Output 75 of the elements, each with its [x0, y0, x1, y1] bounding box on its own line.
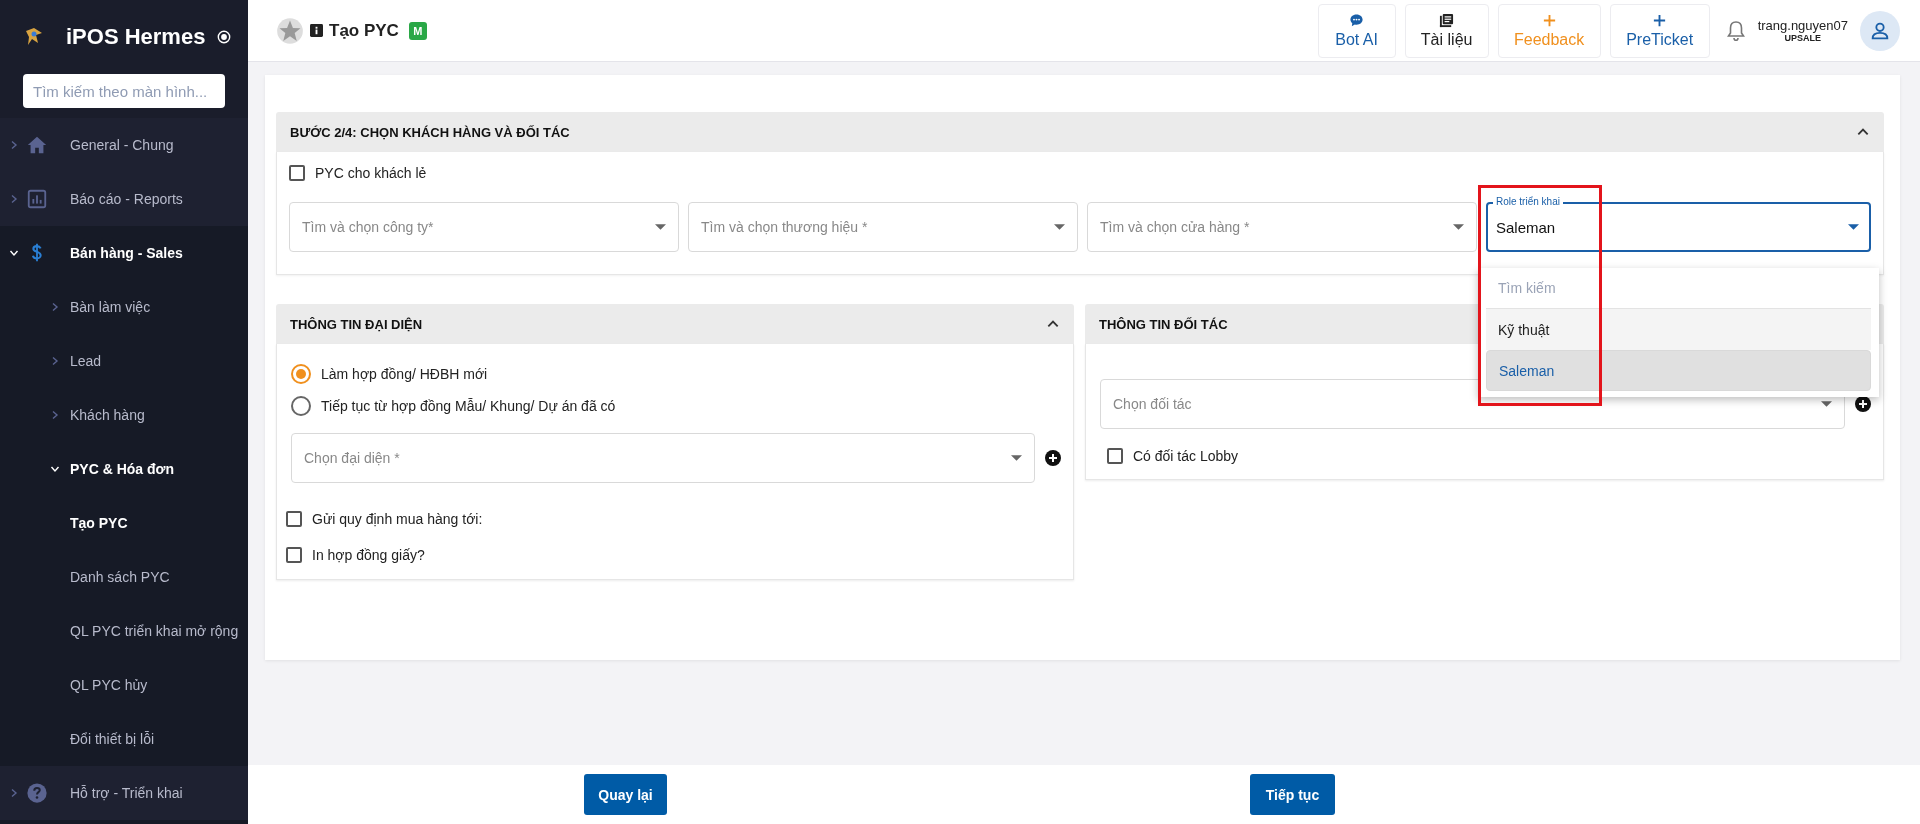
select-field[interactable]: Chọn đối tác — [1100, 379, 1845, 429]
sidebar-item[interactable]: QL PYC hủy — [0, 658, 248, 712]
add-icon[interactable] — [1045, 450, 1061, 466]
sidebar-item[interactable]: Báo cáo - Reports — [0, 172, 248, 226]
sidebar-item[interactable]: Danh sách PYC — [0, 550, 248, 604]
plus-icon — [1541, 12, 1557, 28]
user-name: trang.nguyen07 — [1757, 18, 1848, 33]
chevron-icon — [50, 356, 60, 366]
help-icon — [26, 782, 48, 804]
radio-label: Làm hợp đồng/ HĐBH mới — [321, 366, 488, 382]
mode-badge: M — [408, 21, 427, 40]
sidebar-item[interactable]: PYC & Hóa đơn — [0, 442, 248, 496]
footer-button[interactable]: Quay lại — [584, 774, 667, 815]
chevron-icon — [50, 410, 60, 420]
caret-icon — [1054, 223, 1065, 231]
add-icon[interactable] — [1855, 396, 1871, 412]
caret-icon — [1011, 454, 1022, 462]
footer-button[interactable]: Tiếp tục — [1250, 774, 1335, 815]
caret-icon — [1848, 223, 1859, 231]
checkbox-label: In hợp đồng giấy? — [312, 547, 425, 563]
chat-icon — [1349, 12, 1365, 28]
chevron-icon — [9, 140, 19, 150]
select-field[interactable]: Tìm và chọn thương hiệu * — [688, 202, 1078, 252]
sidebar-item[interactable]: General - Chung — [0, 118, 248, 172]
radio-label: Tiếp tục từ hợp đồng Mẫu/ Khung/ Dự án đã có — [321, 398, 616, 414]
checkbox[interactable] — [286, 547, 302, 563]
page-title: Tạo PYC — [329, 20, 399, 41]
sidebar-item[interactable]: Bàn làm việc — [0, 280, 248, 334]
chevron-icon — [9, 248, 19, 258]
caret-icon — [655, 223, 666, 231]
chevron-icon — [50, 302, 60, 312]
caret-icon — [1821, 400, 1832, 408]
checkbox[interactable] — [1107, 448, 1123, 464]
search-input[interactable]: Tìm kiếm — [1498, 277, 1859, 299]
app-title: iPOS Hermes — [66, 24, 206, 50]
chevron-icon — [9, 788, 19, 798]
checkbox-label: Có đối tác Lobby — [1133, 448, 1239, 464]
chevron-icon — [50, 464, 60, 474]
user-role: UPSALE — [1784, 33, 1822, 43]
toolbar-button[interactable]: Tài liệu — [1404, 3, 1489, 58]
sidebar-item[interactable]: Khách hàng — [0, 388, 248, 442]
checkbox[interactable] — [286, 511, 302, 527]
home-icon — [26, 134, 48, 156]
checkbox-label: PYC cho khách lẻ — [315, 165, 427, 181]
checkbox[interactable] — [289, 165, 305, 181]
chevron-icon — [9, 194, 19, 204]
radio-button[interactable] — [291, 396, 311, 416]
sidebar-item[interactable]: Hỗ trợ - Triển khai — [0, 766, 248, 820]
sidebar-item[interactable]: Bán hàng - Sales — [0, 226, 248, 280]
sidebar-item[interactable]: Tạo PYC — [0, 496, 248, 550]
chart-icon — [26, 188, 48, 210]
sidebar-item[interactable]: QL PYC triển khai mở rộng — [0, 604, 248, 658]
select-field[interactable]: Chọn đại diện * — [291, 433, 1035, 483]
sidebar-item[interactable]: Đổi thiết bị lỗi — [0, 712, 248, 766]
sidebar-item[interactable]: Lead — [0, 334, 248, 388]
dropdown-option[interactable]: Saleman — [1486, 350, 1871, 391]
section-title: THÔNG TIN ĐẠI DIỆN — [290, 316, 423, 332]
search-field[interactable]: Tìm kiếm — [1486, 268, 1871, 309]
book-icon — [1439, 12, 1455, 28]
avatar[interactable] — [1860, 10, 1900, 51]
info-icon — [310, 24, 323, 37]
star-logo-icon — [276, 16, 304, 45]
radio-button[interactable] — [291, 364, 311, 384]
search-field[interactable]: Tìm kiếm theo màn hình... — [23, 74, 225, 108]
section-title: THÔNG TIN ĐỐI TÁC — [1099, 316, 1228, 332]
plus-icon — [1652, 12, 1668, 28]
checkbox-label: Gửi quy định mua hàng tới: — [312, 511, 483, 527]
toolbar-button[interactable]: PreTicket — [1609, 3, 1710, 58]
radio-icon[interactable] — [217, 30, 232, 44]
select-field[interactable]: Tìm và chọn cửa hàng * — [1087, 202, 1477, 252]
select-field[interactable]: Tìm và chọn công ty* — [289, 202, 679, 252]
caret-icon — [1453, 223, 1464, 231]
section-title: BƯỚC 2/4: CHỌN KHÁCH HÀNG VÀ ĐỐI TÁC — [290, 124, 570, 140]
toolbar-button[interactable]: Bot AI — [1317, 3, 1396, 58]
dropdown-option[interactable]: Kỹ thuật — [1486, 309, 1871, 350]
